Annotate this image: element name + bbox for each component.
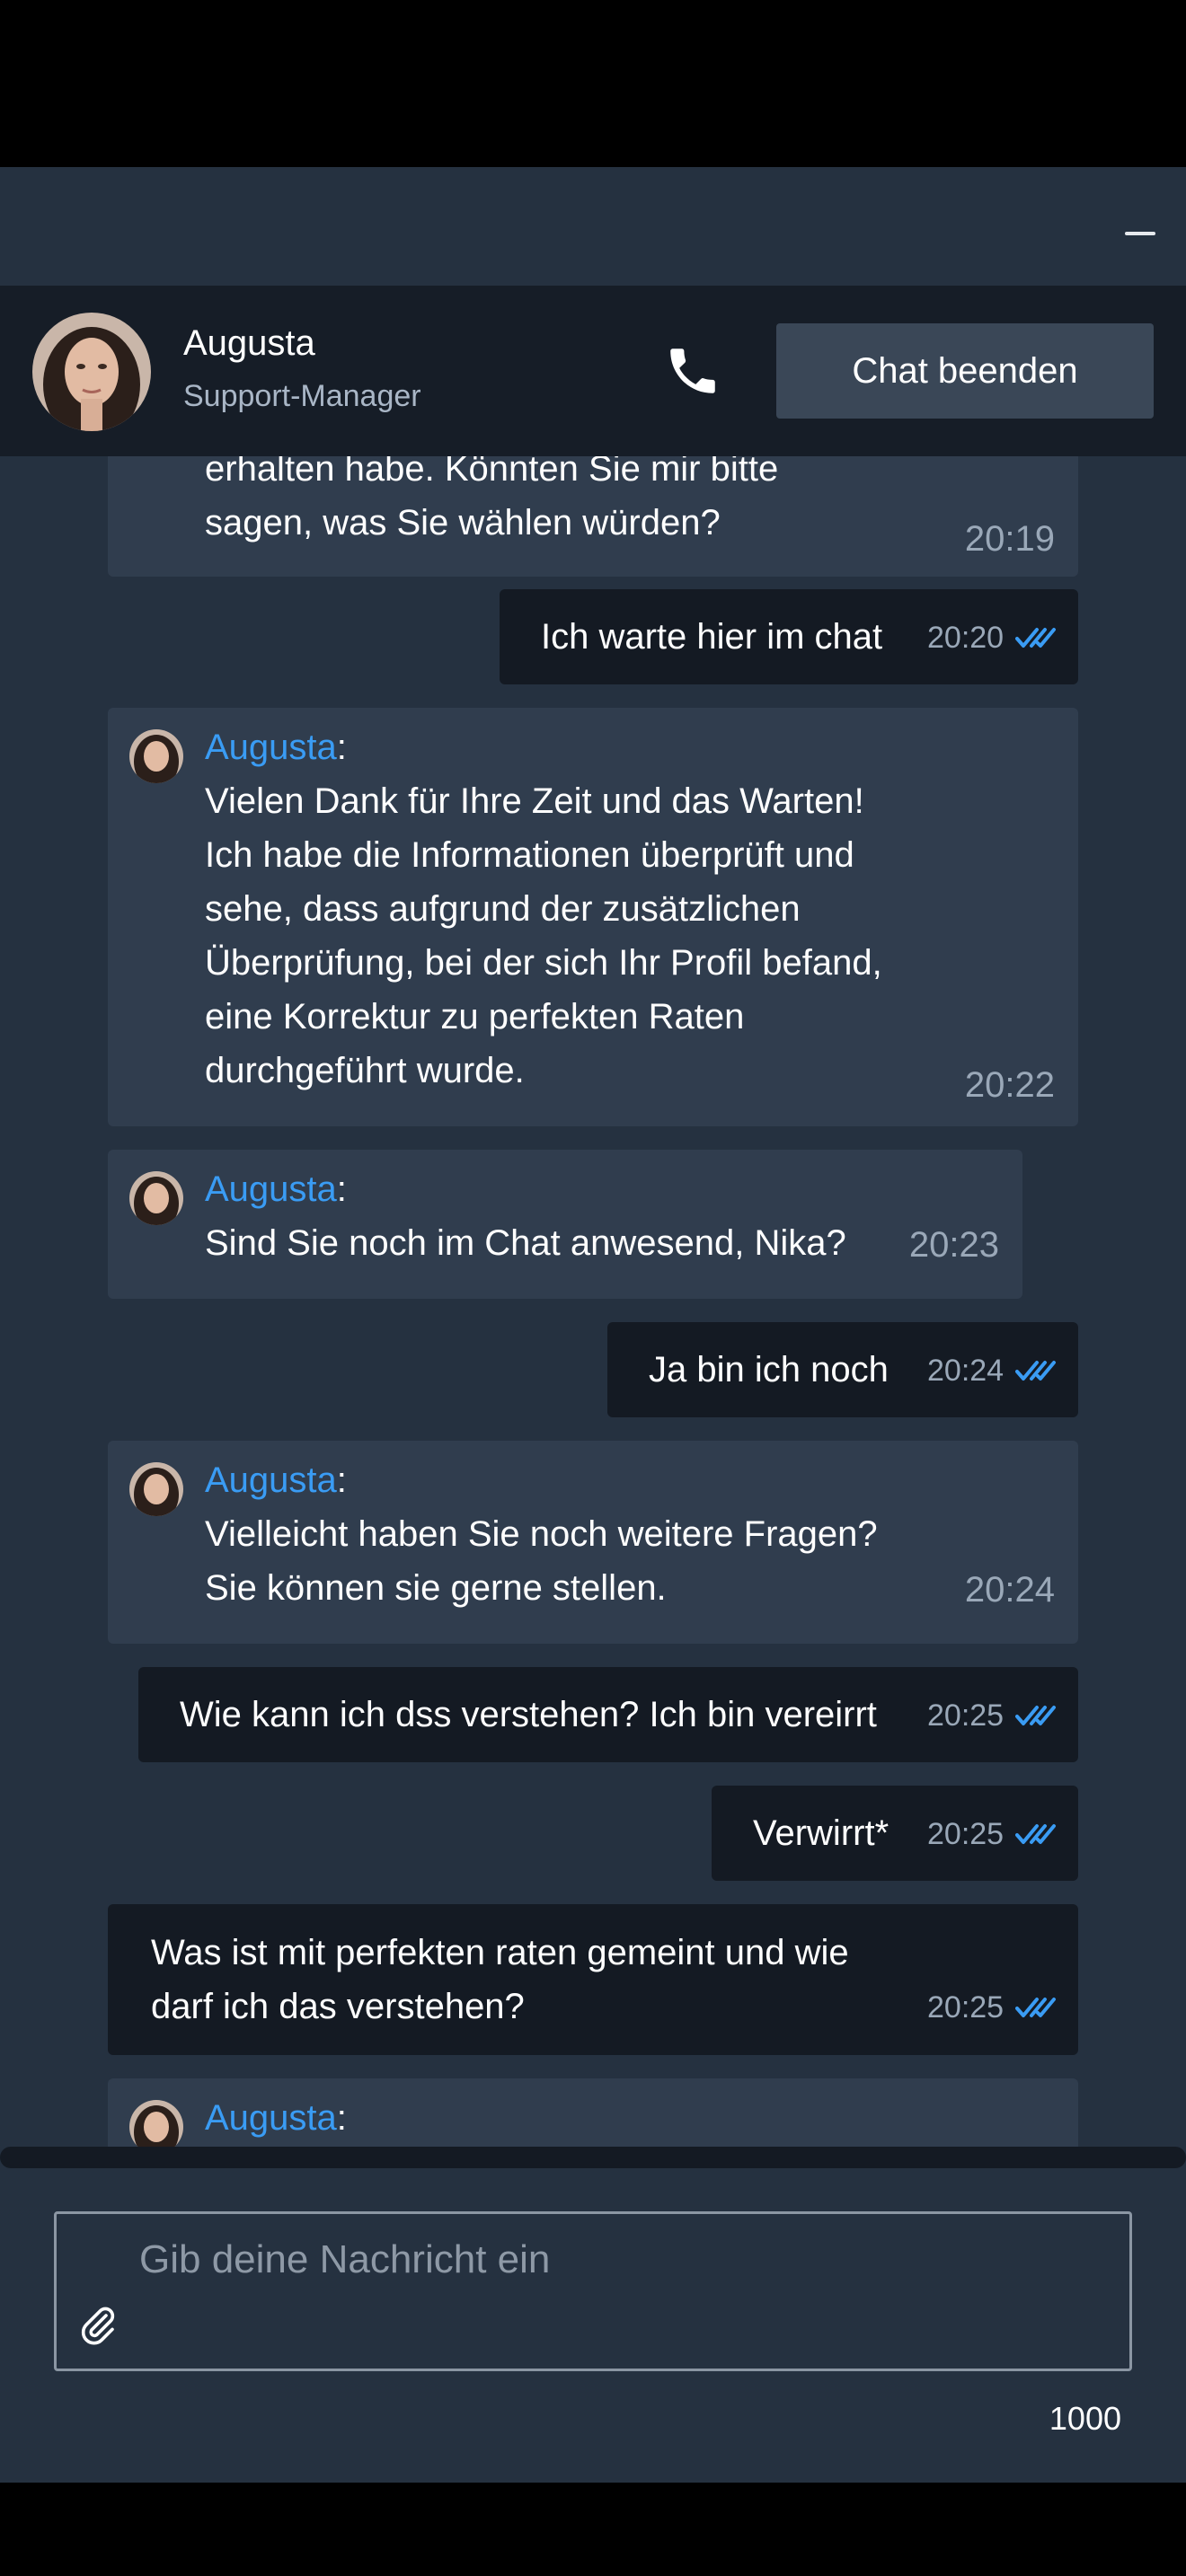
read-checkmarks-icon bbox=[1015, 1824, 1056, 1844]
read-checkmarks-icon bbox=[1015, 1361, 1056, 1381]
sender-name: Augusta: bbox=[205, 1460, 347, 1500]
sender-name: Augusta: bbox=[205, 728, 347, 767]
avatar bbox=[129, 1171, 183, 1225]
message-incoming: erhalten habe. Könnten Sie mir bitte sag… bbox=[108, 456, 1078, 577]
sender-name: Augusta: bbox=[205, 2098, 347, 2138]
agent-header: Augusta Support-Manager Chat beenden bbox=[0, 286, 1186, 456]
message-outgoing: Ich warte hier im chat 20:20 bbox=[500, 589, 1078, 684]
message-outgoing: Verwirrt* 20:25 bbox=[712, 1786, 1078, 1881]
read-checkmarks-icon bbox=[1015, 1998, 1056, 2017]
message-text: Sind Sie noch im Chat anwesend, Nika? bbox=[205, 1223, 846, 1263]
message-outgoing: Was ist mit perfekten raten gemeint und … bbox=[108, 1904, 1078, 2055]
sender-label: Augusta bbox=[205, 1460, 337, 1500]
chat-app: Augusta Support-Manager Chat beenden erh… bbox=[0, 167, 1186, 2483]
read-checkmarks-icon bbox=[1015, 1706, 1056, 1725]
message-incoming: Augusta: Sind Sie noch im Chat anwesend,… bbox=[108, 1150, 1022, 1299]
window-bar bbox=[0, 167, 1186, 286]
message-text: Verwirrt* bbox=[753, 1813, 890, 1853]
phone-icon[interactable] bbox=[663, 341, 722, 401]
read-checkmarks-icon bbox=[1015, 628, 1056, 648]
message-text: Ich warte hier im chat bbox=[541, 617, 883, 657]
message-outgoing: Ja bin ich noch 20:24 bbox=[607, 1322, 1078, 1417]
sender-name: Augusta: bbox=[205, 1169, 347, 1209]
message-text: Vielen Dank für Ihre Zeit und das Warten… bbox=[205, 781, 882, 1090]
message-text: erhalten habe. Könnten Sie mir bitte sag… bbox=[205, 456, 779, 543]
message-time: 20:23 bbox=[908, 1225, 999, 1265]
avatar bbox=[129, 2100, 183, 2154]
message-text: Wie kann ich dss verstehen? Ich bin vere… bbox=[180, 1695, 877, 1734]
message-incoming: Augusta: Vielen Dank für Ihre Zeit und d… bbox=[108, 708, 1078, 1126]
paperclip-icon[interactable] bbox=[76, 2304, 119, 2347]
avatar bbox=[129, 729, 183, 783]
message-input-box[interactable] bbox=[54, 2211, 1132, 2371]
message-time: 20:20 bbox=[927, 621, 1005, 655]
message-time: 20:22 bbox=[964, 1065, 1055, 1105]
avatar bbox=[129, 1462, 183, 1516]
message-time: 20:25 bbox=[927, 1817, 1005, 1851]
message-time: 20:25 bbox=[927, 1990, 1005, 2025]
sender-label: Augusta bbox=[205, 1169, 337, 1209]
sender-label: Augusta bbox=[205, 2098, 337, 2138]
agent-role: Support-Manager bbox=[183, 379, 421, 413]
message-time: 20:24 bbox=[927, 1354, 1005, 1388]
message-incoming: Augusta: Vielleicht haben Sie noch weite… bbox=[108, 1441, 1078, 1644]
composer-divider bbox=[0, 2147, 1186, 2168]
message-input[interactable] bbox=[137, 2232, 1093, 2288]
end-chat-button[interactable]: Chat beenden bbox=[776, 323, 1154, 419]
char-counter: 1000 bbox=[1049, 2400, 1121, 2437]
message-time: 20:19 bbox=[964, 519, 1055, 559]
sender-label: Augusta bbox=[205, 728, 337, 767]
message-text: Vielleicht haben Sie noch weitere Fragen… bbox=[205, 1514, 878, 1608]
agent-name: Augusta bbox=[183, 323, 315, 363]
message-outgoing: Wie kann ich dss verstehen? Ich bin vere… bbox=[138, 1667, 1078, 1762]
message-composer: 1000 bbox=[0, 2168, 1186, 2483]
message-text: Was ist mit perfekten raten gemeint und … bbox=[151, 1933, 849, 2026]
message-text: Ja bin ich noch bbox=[649, 1350, 889, 1389]
avatar bbox=[32, 313, 151, 431]
minimize-icon[interactable] bbox=[1125, 232, 1155, 235]
message-time: 20:24 bbox=[964, 1570, 1055, 1610]
message-list[interactable]: erhalten habe. Könnten Sie mir bitte sag… bbox=[0, 456, 1186, 2161]
message-time: 20:25 bbox=[927, 1698, 1005, 1733]
